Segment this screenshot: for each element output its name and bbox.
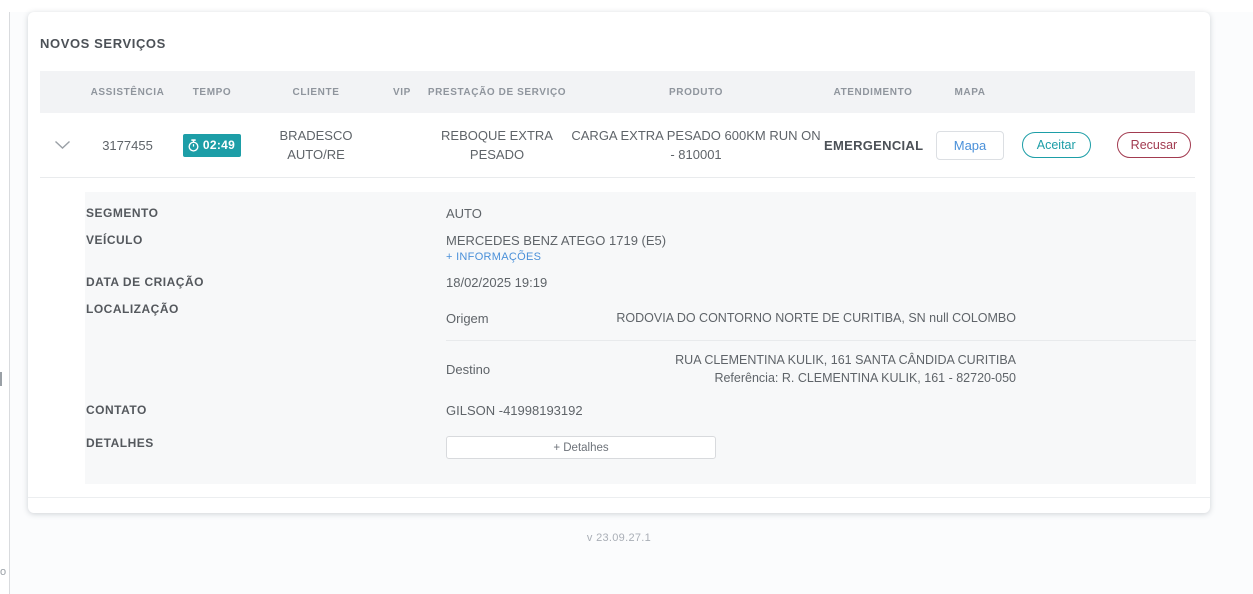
segmento-value: AUTO (446, 206, 482, 221)
detail-row-detalhes: DETALHES + Detalhes (85, 430, 1196, 465)
detail-row-localizacao: LOCALIZAÇÃO Origem RODOVIA DO CONTORNO N… (85, 296, 1196, 397)
destino-address: RUA CLEMENTINA KULIK, 161 SANTA CÂNDIDA … (606, 351, 1196, 387)
destino-row: Destino RUA CLEMENTINA KULIK, 161 SANTA … (446, 341, 1196, 397)
left-edge-artifact (0, 372, 2, 386)
top-strip (0, 0, 1253, 12)
stopwatch-icon (188, 138, 199, 152)
detail-row-veiculo: VEÍCULO MERCEDES BENZ ATEGO 1719 (E5) + … (85, 227, 1196, 269)
timer-badge: 02:49 (182, 133, 242, 157)
header-mapa: MAPA (954, 86, 986, 98)
data-criacao-label: DATA DE CRIAÇÃO (86, 275, 204, 289)
localizacao-label: LOCALIZAÇÃO (86, 302, 179, 316)
cell-atendimento: EMERGENCIAL (824, 137, 924, 153)
veiculo-value: MERCEDES BENZ ATEGO 1719 (E5) + INFORMAÇ… (446, 227, 1196, 269)
detail-row-contato: CONTATO GILSON -41998193192 (85, 397, 1196, 424)
contato-label: CONTATO (86, 403, 147, 417)
chevron-down-icon (55, 140, 70, 149)
veiculo-label: VEÍCULO (86, 233, 143, 247)
left-edge-artifact: o (0, 566, 7, 578)
destino-address-line1: RUA CLEMENTINA KULIK, 161 SANTA CÂNDIDA … (675, 353, 1016, 367)
more-info-link[interactable]: + INFORMAÇÕES (446, 251, 541, 263)
segmento-label: SEGMENTO (86, 206, 159, 220)
cell-cliente: BRADESCO AUTO/RE (279, 128, 353, 162)
cell-mapa: Mapa (922, 130, 1018, 160)
table-header-row: ASSISTÊNCIA TEMPO CLIENTE VIP PRESTAÇÃO … (40, 71, 1195, 113)
detalhes-value: + Detalhes (446, 430, 1196, 465)
service-details-panel: SEGMENTO AUTO VEÍCULO MERCEDES BENZ ATEG… (85, 192, 1196, 484)
header-atendimento: ATENDIMENTO (833, 86, 913, 98)
localizacao-value: Origem RODOVIA DO CONTORNO NORTE DE CURI… (446, 296, 1196, 397)
cell-assistencia: 3177455 (102, 137, 153, 153)
header-prestacao: PRESTAÇÃO DE SERVIÇO (427, 86, 567, 98)
cell-actions: Aceitar Recusar (1018, 132, 1195, 158)
header-produto: PRODUTO (668, 86, 724, 98)
detalhes-label: DETALHES (86, 436, 154, 450)
detail-row-segmento: SEGMENTO AUTO (85, 200, 1196, 227)
sidebar-edge (0, 12, 10, 594)
header-vip: VIP (393, 86, 411, 98)
header-assistencia: ASSISTÊNCIA (90, 86, 165, 98)
cell-prestacao: REBOQUE EXTRA PESADO (441, 128, 553, 162)
table-row: 3177455 02:49 BRADESCO AUTO/RE REBOQUE E… (40, 113, 1195, 177)
contato-value: GILSON -41998193192 (446, 403, 583, 418)
origem-row: Origem RODOVIA DO CONTORNO NORTE DE CURI… (446, 296, 1196, 341)
more-details-button[interactable]: + Detalhes (446, 436, 716, 459)
map-button[interactable]: Mapa (935, 130, 1005, 160)
origem-address: RODOVIA DO CONTORNO NORTE DE CURITIBA, S… (616, 311, 1016, 325)
origem-label: Origem (446, 310, 489, 326)
accept-button[interactable]: Aceitar (1021, 132, 1091, 158)
header-tempo: TEMPO (192, 86, 232, 98)
page-title: NOVOS SERVIÇOS (40, 36, 166, 51)
novos-servicos-card: NOVOS SERVIÇOS ASSISTÊNCIA TEMPO CLIENTE… (28, 12, 1210, 513)
detail-row-data-criacao: DATA DE CRIAÇÃO 18/02/2025 19:19 (85, 269, 1196, 296)
header-cliente: CLIENTE (292, 86, 340, 98)
timer-value: 02:49 (202, 137, 236, 152)
veiculo-text: MERCEDES BENZ ATEGO 1719 (E5) (446, 233, 667, 248)
app-version: v 23.09.27.1 (586, 532, 652, 544)
collapse-row-button[interactable] (40, 140, 85, 150)
card-bottom-divider (28, 497, 1210, 498)
cell-tempo: 02:49 (170, 133, 254, 157)
cell-produto: CARGA EXTRA PESADO 600KM RUN ON - 810001 (571, 128, 821, 162)
destino-label: Destino (446, 361, 491, 377)
row-divider (40, 177, 1195, 178)
destino-address-line2: Referência: R. CLEMENTINA KULIK, 161 - 8… (714, 371, 1016, 385)
data-criacao-value: 18/02/2025 19:19 (446, 275, 548, 290)
refuse-button[interactable]: Recusar (1116, 132, 1192, 158)
